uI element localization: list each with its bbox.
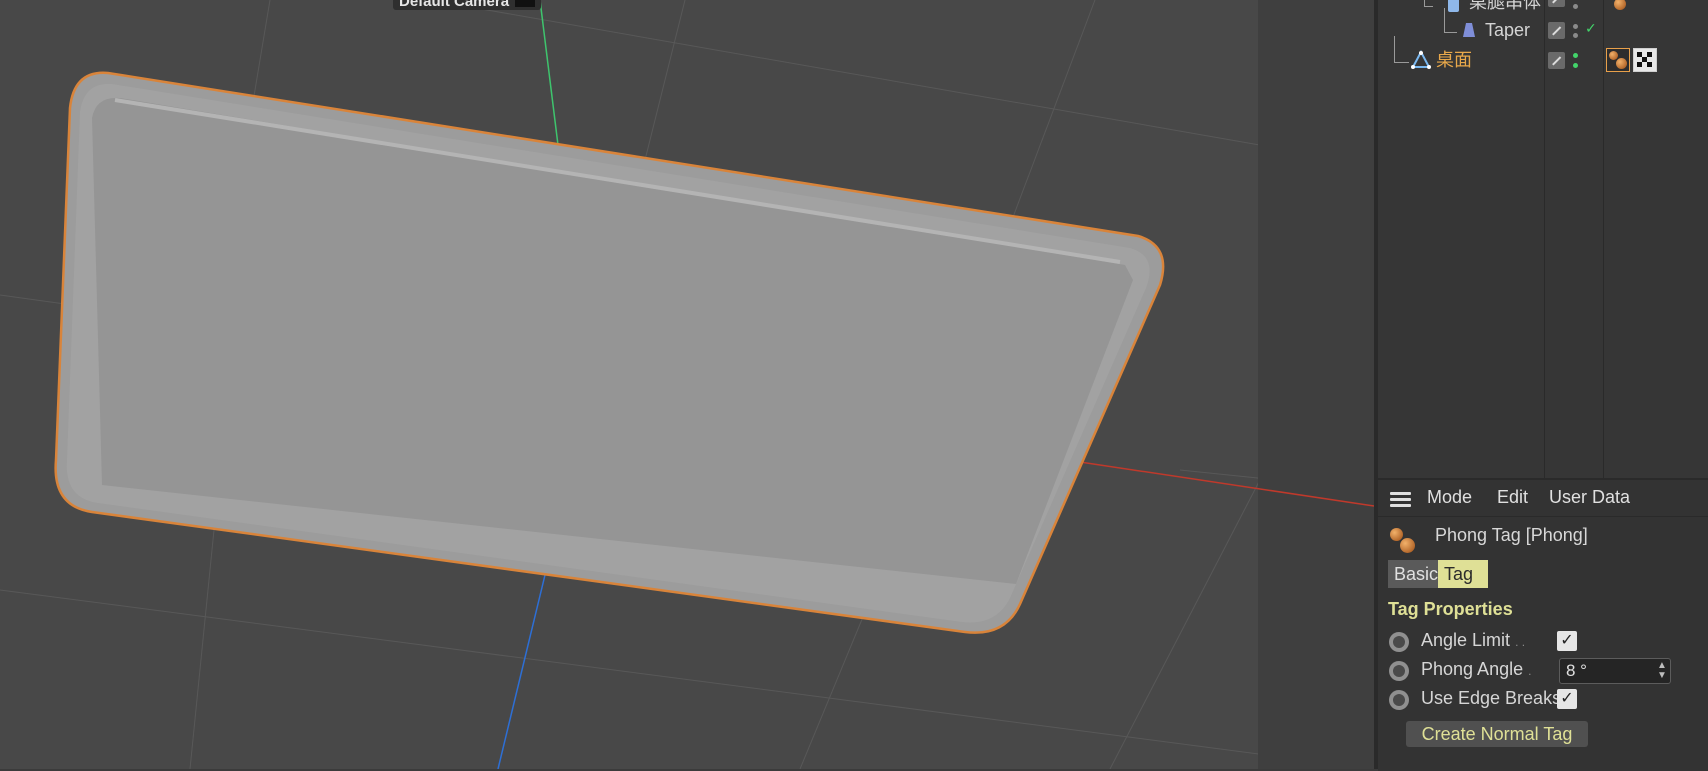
section-title: Tag Properties xyxy=(1388,599,1513,619)
tree-branch-line xyxy=(1394,36,1409,63)
tree-branch-line xyxy=(1424,0,1433,7)
camera-icon xyxy=(515,0,536,8)
phong-angle-field[interactable]: ▲▼ xyxy=(1559,658,1671,684)
object-name: Taper xyxy=(1485,20,1531,40)
om-row-tabletop[interactable]: 桌面 xyxy=(1378,36,1708,74)
create-normal-tag-button[interactable]: Create Normal Tag xyxy=(1406,721,1588,747)
prop-label: Use Edge Breaks xyxy=(1421,688,1562,708)
object-name: 桌面 xyxy=(1436,50,1472,70)
viewport-shade xyxy=(1258,0,1374,769)
animate-radio-icon[interactable] xyxy=(1389,690,1409,710)
animate-radio-icon[interactable] xyxy=(1389,661,1409,681)
render-dot-icon[interactable] xyxy=(1573,4,1578,9)
viewport-canvas[interactable] xyxy=(0,0,1374,769)
menu-user-data[interactable]: User Data xyxy=(1549,487,1630,508)
camera-label: Default Camera xyxy=(393,0,542,10)
prop-phong-angle: Phong Angle . ▲▼ xyxy=(1378,657,1708,685)
edit-toggle-icon[interactable] xyxy=(1548,22,1565,39)
z-axis-line xyxy=(497,574,546,769)
object-title: Phong Tag [Phong] xyxy=(1435,525,1588,545)
animate-radio-icon[interactable] xyxy=(1389,632,1409,652)
edit-toggle-icon[interactable] xyxy=(1548,0,1565,7)
polygon-object-icon xyxy=(1411,49,1431,70)
prop-label: Angle Limit . . xyxy=(1421,630,1526,650)
attribute-manager: Mode Edit User Data Phong Tag [Phong] Ba… xyxy=(1378,478,1708,771)
object-name: 桌腿串体 xyxy=(1469,0,1541,12)
menu-edit[interactable]: Edit xyxy=(1497,487,1528,508)
viewport-3d[interactable]: Default Camera xyxy=(0,0,1374,769)
tab-tag[interactable]: Tag xyxy=(1438,560,1488,588)
edit-toggle-icon[interactable] xyxy=(1548,52,1565,69)
enabled-check-icon[interactable]: ✓ xyxy=(1585,0,1597,5)
editor-dot-icon[interactable] xyxy=(1573,53,1578,58)
attribute-menu-bar: Mode Edit User Data xyxy=(1378,480,1708,517)
material-tag-icon[interactable] xyxy=(1614,0,1626,10)
object-manager: 桌腿串体 ✓ Taper ✓ 桌面 xyxy=(1378,0,1708,478)
enabled-check-icon[interactable]: ✓ xyxy=(1585,20,1597,37)
tab-basic[interactable]: Basic xyxy=(1388,560,1442,588)
render-dot-icon[interactable] xyxy=(1573,63,1578,68)
phong-tag-icon xyxy=(1388,526,1416,554)
tree-branch-line xyxy=(1444,8,1457,33)
menu-mode[interactable]: Mode xyxy=(1427,487,1472,508)
prop-label: Phong Angle . xyxy=(1421,659,1532,679)
phong-angle-input[interactable] xyxy=(1566,661,1651,681)
render-dot-icon[interactable] xyxy=(1573,33,1578,38)
hamburger-menu-icon[interactable] xyxy=(1390,492,1411,507)
use-edge-breaks-checkbox[interactable]: ✓ xyxy=(1557,689,1577,709)
phong-tag-icon[interactable] xyxy=(1606,48,1630,72)
editor-dot-icon[interactable] xyxy=(1573,24,1578,29)
angle-limit-checkbox[interactable]: ✓ xyxy=(1557,631,1577,651)
texture-tag-icon[interactable] xyxy=(1633,48,1657,72)
taper-deformer-icon xyxy=(1461,22,1477,38)
tabletop-object[interactable] xyxy=(54,71,1165,634)
prop-angle-limit: Angle Limit . . ✓ xyxy=(1378,628,1708,656)
prop-use-edge-breaks: Use Edge Breaks ✓ xyxy=(1378,686,1708,714)
om-row-taper[interactable]: Taper ✓ xyxy=(1378,8,1708,44)
spinner-arrows-icon[interactable]: ▲ ▼ xyxy=(1656,661,1668,681)
